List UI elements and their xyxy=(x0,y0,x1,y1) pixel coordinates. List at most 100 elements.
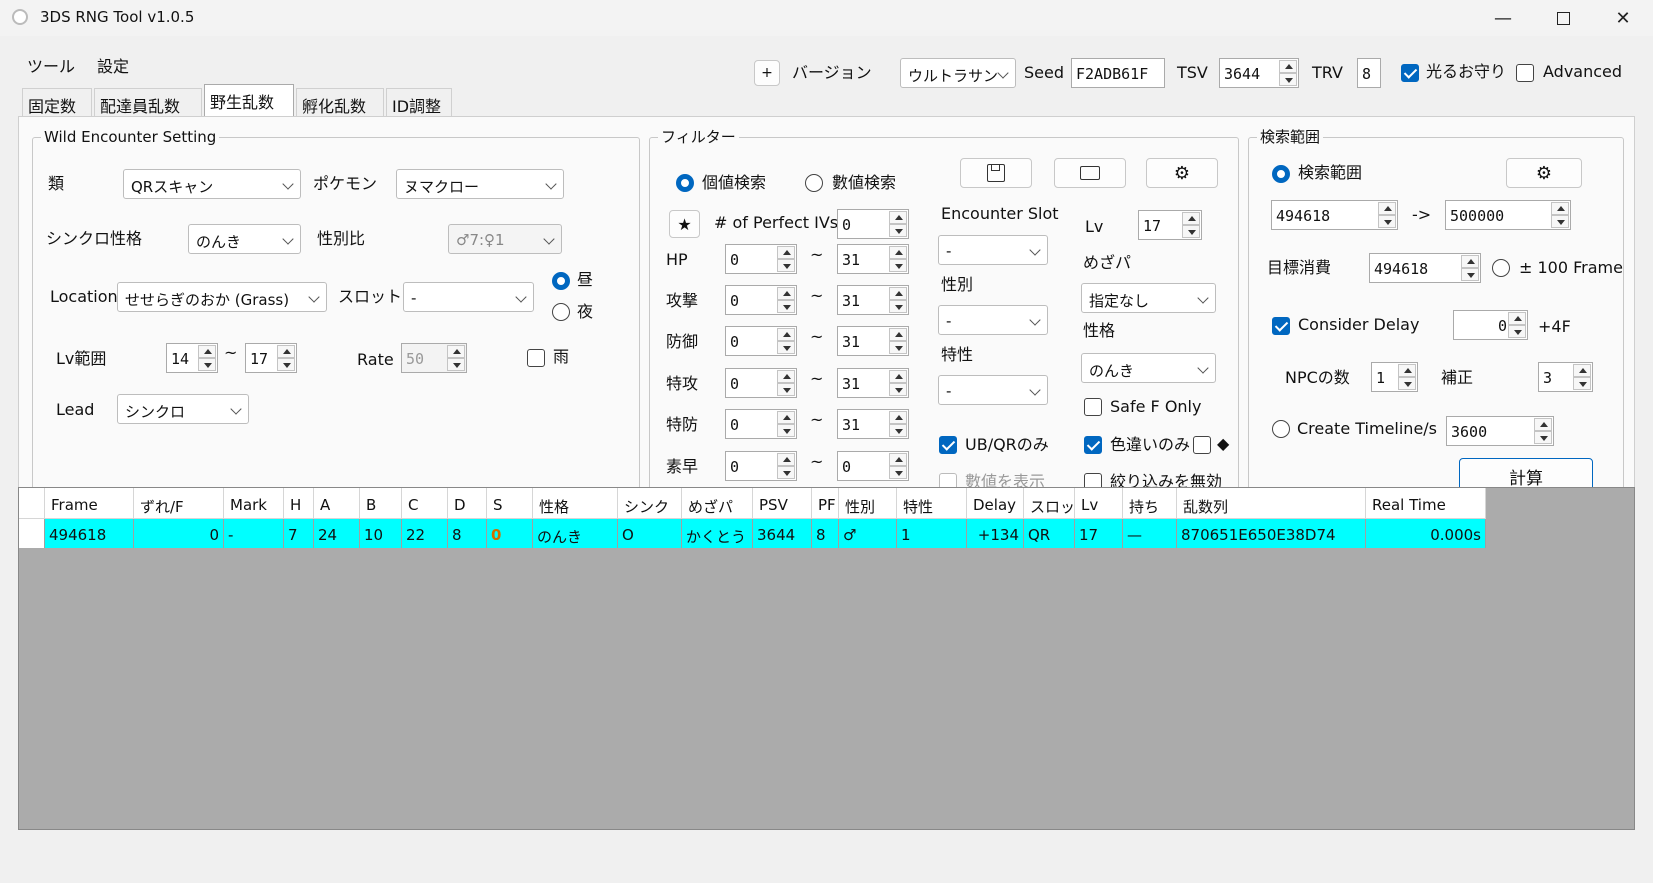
save-filter-button[interactable] xyxy=(960,158,1032,188)
table-cell[interactable]: 0 xyxy=(134,519,224,548)
stat-min-stepper[interactable] xyxy=(777,453,795,479)
table-cell[interactable]: 24 xyxy=(314,519,360,548)
timeline-stepper[interactable] xyxy=(1534,418,1552,444)
table-cell[interactable]: - xyxy=(224,519,284,548)
stat-max-stepper[interactable] xyxy=(889,328,907,354)
menu-settings[interactable]: 設定 xyxy=(97,59,129,75)
add-version-button[interactable]: + xyxy=(754,60,780,86)
frame-range-radio[interactable] xyxy=(1492,259,1510,277)
column-header[interactable]: S xyxy=(487,488,533,519)
column-header[interactable]: Frame xyxy=(45,488,134,519)
stat-max-input-1[interactable]: 31 xyxy=(837,285,909,315)
search-range-radio[interactable] xyxy=(1272,165,1290,183)
table-cell[interactable]: QR xyxy=(1024,519,1075,548)
tab-delivery[interactable]: 配達員乱数 xyxy=(94,88,202,116)
stat-min-stepper[interactable] xyxy=(777,246,795,272)
correction-input[interactable]: 3 xyxy=(1538,362,1593,392)
column-header[interactable]: B xyxy=(360,488,402,519)
column-header[interactable]: H xyxy=(284,488,314,519)
table-cell[interactable]: 0.000s xyxy=(1366,519,1486,548)
table-cell[interactable]: +134 xyxy=(967,519,1024,548)
ub-qr-checkbox[interactable] xyxy=(939,436,957,454)
minimize-button[interactable]: — xyxy=(1473,0,1533,36)
column-header[interactable]: 乱数列 xyxy=(1177,488,1366,519)
table-cell[interactable]: — xyxy=(1123,519,1177,548)
delay-input[interactable]: 0 xyxy=(1453,310,1528,340)
tab-egg[interactable]: 孵化乱数 xyxy=(296,88,384,116)
column-header[interactable]: 特性 xyxy=(897,488,967,519)
target-frame-input[interactable]: 494618 xyxy=(1369,253,1481,283)
table-cell[interactable]: 7 xyxy=(284,519,314,548)
table-cell[interactable]: O xyxy=(618,519,682,548)
stat-min-input-3[interactable]: 0 xyxy=(725,368,797,398)
stat-max-input-0[interactable]: 31 xyxy=(837,244,909,274)
stat-min-stepper[interactable] xyxy=(777,411,795,437)
table-cell[interactable]: 22 xyxy=(402,519,448,548)
ability-filter-select[interactable]: - xyxy=(938,375,1048,405)
menu-tools[interactable]: ツール xyxy=(27,59,75,75)
delay-stepper[interactable] xyxy=(1508,312,1526,338)
npc-count-stepper[interactable] xyxy=(1398,364,1416,390)
column-header[interactable]: PSV xyxy=(753,488,812,519)
npc-count-input[interactable]: 1 xyxy=(1371,362,1418,392)
lv-max-stepper[interactable] xyxy=(277,345,295,371)
column-header[interactable]: 持ち xyxy=(1123,488,1177,519)
filter-settings-button[interactable]: ⚙ xyxy=(1146,158,1218,188)
stat-max-stepper[interactable] xyxy=(889,411,907,437)
target-frame-stepper[interactable] xyxy=(1461,255,1479,281)
lv-min-stepper[interactable] xyxy=(198,345,216,371)
stat-max-stepper[interactable] xyxy=(889,370,907,396)
stat-min-input-2[interactable]: 0 xyxy=(725,326,797,356)
column-header[interactable]: めざパ xyxy=(682,488,753,519)
stat-min-input-4[interactable]: 0 xyxy=(725,409,797,439)
open-filter-button[interactable] xyxy=(1054,158,1126,188)
tsv-stepper[interactable] xyxy=(1279,60,1297,86)
consider-delay-checkbox[interactable] xyxy=(1272,317,1290,335)
rate-input[interactable]: 50 xyxy=(401,343,467,373)
trv-input[interactable]: 8 xyxy=(1357,58,1381,88)
table-cell[interactable]: 3644 xyxy=(753,519,812,548)
night-radio[interactable] xyxy=(552,303,570,321)
perfect-iv-star-button[interactable]: ★ xyxy=(669,210,700,238)
table-cell[interactable]: のんき xyxy=(533,519,618,548)
stat-max-stepper[interactable] xyxy=(889,453,907,479)
hidden-power-select[interactable]: 指定なし xyxy=(1081,283,1216,313)
range-from-input[interactable]: 494618 xyxy=(1271,200,1398,230)
maximize-button[interactable] xyxy=(1533,0,1593,36)
column-header[interactable]: D xyxy=(448,488,487,519)
rain-checkbox[interactable] xyxy=(527,349,545,367)
correction-stepper[interactable] xyxy=(1573,364,1591,390)
stat-min-stepper[interactable] xyxy=(777,328,795,354)
safe-f-checkbox[interactable] xyxy=(1084,398,1102,416)
lv-filter-input[interactable]: 17 xyxy=(1138,210,1202,240)
lead-select[interactable]: シンクロ xyxy=(117,394,249,424)
column-header[interactable]: 性格 xyxy=(533,488,618,519)
column-header[interactable]: スロッ xyxy=(1024,488,1075,519)
tab-id[interactable]: ID調整 xyxy=(386,88,452,116)
column-header[interactable]: ずれ/F xyxy=(134,488,224,519)
stat-min-input-1[interactable]: 0 xyxy=(725,285,797,315)
type-select[interactable]: QRスキャン xyxy=(123,169,301,199)
column-header[interactable]: A xyxy=(314,488,360,519)
stat-min-stepper[interactable] xyxy=(777,287,795,313)
stat-max-stepper[interactable] xyxy=(889,246,907,272)
create-timeline-radio[interactable] xyxy=(1272,420,1290,438)
results-grid[interactable]: Frame ずれ/F Mark H A B C D S 性格 シンク めざパ PSV PF 性別 特性 Dela… xyxy=(18,487,1635,830)
lv-min-input[interactable]: 14 xyxy=(166,343,218,373)
shiny-only-checkbox[interactable] xyxy=(1084,436,1102,454)
search-settings-button[interactable]: ⚙ xyxy=(1506,158,1582,188)
column-header[interactable]: Lv xyxy=(1075,488,1123,519)
gender-filter-select[interactable]: - xyxy=(938,305,1048,335)
column-header[interactable]: Real Time xyxy=(1366,488,1486,519)
table-cell[interactable]: 17 xyxy=(1075,519,1123,548)
day-radio[interactable] xyxy=(552,272,570,290)
square-shiny-checkbox[interactable] xyxy=(1193,436,1211,454)
range-from-stepper[interactable] xyxy=(1378,202,1396,228)
location-select[interactable]: せせらぎのおか (Grass) xyxy=(117,282,327,312)
sync-nature-select[interactable]: のんき xyxy=(188,224,301,254)
row-selector[interactable] xyxy=(19,519,45,548)
close-button[interactable]: ✕ xyxy=(1593,0,1653,36)
rate-stepper[interactable] xyxy=(447,345,465,371)
stat-min-input-0[interactable]: 0 xyxy=(725,244,797,274)
column-header[interactable]: PF xyxy=(812,488,839,519)
